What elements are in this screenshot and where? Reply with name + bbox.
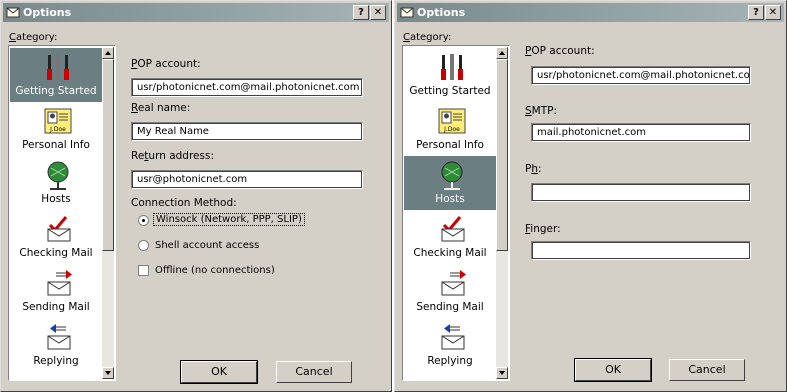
category-item-getting-started[interactable]: Getting Started [10,48,102,102]
category-label-replying: Replying [427,355,473,367]
category-label-checking-mail: Checking Mail [413,247,487,259]
ok-button[interactable]: OK [574,358,652,382]
ph-label: Ph: [525,163,542,175]
category-item-replying[interactable]: Replying [404,318,496,372]
options-dialog-hosts: Options ? ✕ Category: Getting Started J.… [394,0,787,392]
checking-mail-icon [441,216,465,242]
category-item-sending-mail[interactable]: Sending Mail [404,264,496,318]
ph-field[interactable] [531,183,751,202]
category-item-hosts[interactable]: Hosts [10,156,102,210]
offline-option-label[interactable]: Offline (no connections) [155,265,275,276]
shell-account-option-label[interactable]: Shell account access [155,240,259,251]
options-window-icon [6,7,20,18]
ok-button[interactable]: OK [180,360,258,384]
category-list[interactable]: Getting Started J.Doe Personal Info Host… [402,45,510,381]
connection-method-label: Connection Method: [131,197,237,209]
shell-account-radio[interactable] [138,240,149,251]
category-label: Category: [403,32,452,43]
category-item-checking-mail[interactable]: Checking Mail [404,210,496,264]
category-label-sending-mail: Sending Mail [416,301,484,313]
category-item-personal-info[interactable]: J.Doe Personal Info [10,102,102,156]
category-label-personal-info: Personal Info [416,139,484,151]
pop-account-field[interactable]: usr/photonicnet.com@mail.photonicnet.com [131,78,363,97]
svg-text:J.Doe: J.Doe [443,126,460,133]
category-label-replying: Replying [33,355,79,367]
replying-icon [441,324,465,350]
sending-mail-icon [47,270,72,296]
title-bar[interactable]: Options ? ✕ [397,3,784,22]
category-label-checking-mail: Checking Mail [19,247,93,259]
category-item-checking-mail[interactable]: Checking Mail [10,210,102,264]
category-label-personal-info: Personal Info [22,139,90,151]
checking-mail-icon [47,216,71,242]
cancel-button[interactable]: Cancel [669,359,745,381]
category-item-hosts[interactable]: Hosts [404,156,496,210]
category-label-getting-started: Getting Started [15,85,97,97]
category-scrollbar[interactable] [102,47,114,379]
globe-network-icon [47,161,69,190]
real-name-field[interactable]: My Real Name [131,122,363,141]
options-dialog-getting-started: Options ? ✕ Category: Getting Started J.… [0,0,392,392]
category-scrollbar[interactable] [496,47,508,379]
scroll-up-arrow-icon[interactable] [102,47,114,59]
real-name-label: Real name: [131,102,191,114]
scroll-down-arrow-icon[interactable] [496,367,508,379]
smtp-label: SMTP: [525,105,558,117]
category-label-getting-started: Getting Started [409,85,491,97]
category-label-hosts: Hosts [41,193,71,205]
category-label-hosts: Hosts [435,193,465,205]
help-button[interactable]: ? [748,5,764,20]
pop-account-label: POP account: [525,45,595,57]
svg-text:J.Doe: J.Doe [49,126,66,133]
id-card-icon: J.Doe [438,108,466,134]
scroll-up-arrow-icon[interactable] [496,47,508,59]
window-title: Options [23,6,72,19]
replying-icon [47,324,71,350]
category-label-sending-mail: Sending Mail [22,301,90,313]
category-item-personal-info[interactable]: J.Doe Personal Info [404,102,496,156]
title-bar[interactable]: Options ? ✕ [3,3,389,22]
offline-checkbox[interactable] [138,265,149,276]
close-button[interactable]: ✕ [765,5,781,20]
smtp-field[interactable]: mail.photonicnet.com [531,123,751,142]
category-item-getting-started[interactable]: Getting Started [404,48,496,102]
window-title: Options [417,6,466,19]
pop-account-field[interactable]: usr/photonicnet.com@mail.photonicnet.com [531,66,751,85]
winsock-radio[interactable] [138,215,149,226]
scroll-down-arrow-icon[interactable] [102,367,114,379]
close-button[interactable]: ✕ [370,5,386,20]
scroll-thumb[interactable] [496,59,508,251]
cancel-button[interactable]: Cancel [276,361,352,383]
sending-mail-icon [441,270,466,296]
category-item-sending-mail[interactable]: Sending Mail [10,264,102,318]
finger-label: Finger: [525,223,561,235]
globe-network-icon [441,161,463,190]
tools-icon [441,54,463,80]
category-list[interactable]: Getting Started J.Doe Personal Info Host… [8,45,116,381]
finger-field[interactable] [531,241,751,260]
id-card-icon: J.Doe [44,108,72,134]
return-address-field[interactable]: usr@photonicnet.com [131,170,363,189]
category-label: Category: [9,32,58,43]
winsock-option-label[interactable]: Winsock (Network, PPP, SLIP) [153,213,305,226]
help-button[interactable]: ? [353,5,369,20]
pop-account-label: POP account: [131,58,201,70]
scroll-thumb[interactable] [102,59,114,251]
options-window-icon [400,7,414,18]
category-item-replying[interactable]: Replying [10,318,102,372]
tools-icon [47,54,69,80]
return-address-label: Return address: [131,150,214,162]
